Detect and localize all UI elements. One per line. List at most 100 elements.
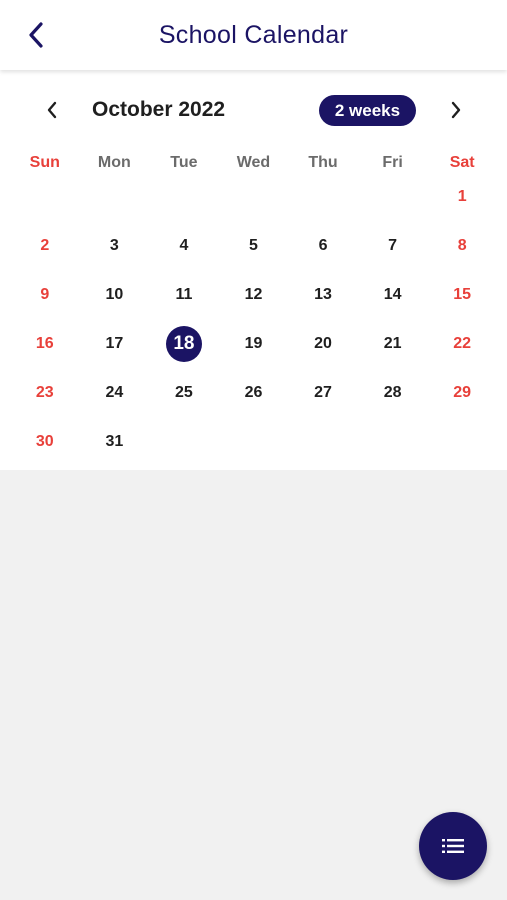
- calendar-day[interactable]: 28: [358, 368, 428, 417]
- calendar-day-number: 14: [383, 285, 402, 303]
- calendar-day[interactable]: 11: [149, 270, 219, 319]
- calendar-day-number: 6: [318, 236, 328, 254]
- calendar-day-number: 9: [40, 285, 50, 303]
- calendar-day[interactable]: 27: [288, 368, 358, 417]
- calendar-day-number: 21: [383, 334, 402, 352]
- calendar-week-row: 23 24 25 26 27 28 29: [10, 368, 497, 417]
- calendar-day[interactable]: 24: [80, 368, 150, 417]
- page-title: School Calendar: [158, 21, 349, 49]
- calendar-day[interactable]: 26: [219, 368, 289, 417]
- calendar-day[interactable]: 19: [219, 319, 289, 368]
- calendar-day-number: 17: [105, 334, 124, 352]
- calendar-day-number: 11: [175, 285, 193, 303]
- calendar-empty-cell: [288, 417, 358, 466]
- calendar-day-number: 24: [105, 383, 124, 401]
- calendar-day-number: 22: [453, 334, 472, 352]
- calendar-day-number: [96, 179, 132, 215]
- calendar-day-number: 7: [388, 236, 398, 254]
- calendar-day[interactable]: 4: [149, 221, 219, 270]
- calendar-day-number: [235, 179, 271, 215]
- calendar-day-number: 1: [457, 187, 467, 205]
- calendar-empty-cell: [288, 172, 358, 221]
- calendar-day[interactable]: 30: [10, 417, 80, 466]
- calendar-day[interactable]: 23: [10, 368, 80, 417]
- calendar-day-number: [305, 179, 341, 215]
- calendar-day-number: 4: [179, 236, 189, 254]
- calendar-day-selected[interactable]: 18: [149, 319, 219, 368]
- calendar-day-number: 15: [453, 285, 472, 303]
- calendar-day-number: 28: [383, 383, 402, 401]
- calendar-day-number: 5: [249, 236, 258, 254]
- calendar-day[interactable]: 12: [219, 270, 289, 319]
- calendar-day[interactable]: 21: [358, 319, 428, 368]
- calendar-day[interactable]: 17: [80, 319, 150, 368]
- calendar-day-number: 30: [35, 432, 54, 450]
- calendar-day-number: [166, 424, 202, 460]
- calendar-day-number: 10: [105, 285, 124, 303]
- calendar-empty-cell: [149, 172, 219, 221]
- calendar-day-number: 8: [457, 236, 467, 254]
- calendar-day-number: 3: [109, 236, 119, 254]
- app-header: School Calendar: [0, 0, 507, 70]
- calendar-day[interactable]: 16: [10, 319, 80, 368]
- calendar-day-number: 26: [244, 383, 263, 401]
- calendar-day-number: [305, 424, 341, 460]
- calendar-empty-cell: [219, 172, 289, 221]
- calendar-day[interactable]: 22: [427, 319, 497, 368]
- calendar-day-number: 23: [35, 383, 54, 401]
- calendar-day-number: 18: [165, 325, 202, 362]
- calendar-day-number: 27: [314, 383, 332, 401]
- chevron-left-icon: [47, 101, 57, 119]
- calendar-empty-cell: [80, 172, 150, 221]
- calendar-week-row: 1: [10, 172, 497, 221]
- calendar-day-number: 13: [314, 285, 332, 303]
- previous-month-button[interactable]: [36, 94, 68, 126]
- calendar-day-number: 29: [453, 383, 472, 401]
- calendar-day-number: [375, 179, 411, 215]
- month-navigation: October 2022 2 weeks: [0, 70, 507, 150]
- calendar-day-number: 16: [35, 334, 54, 352]
- calendar-day[interactable]: 31: [80, 417, 150, 466]
- chevron-right-icon: [451, 101, 461, 119]
- calendar-day[interactable]: 3: [80, 221, 150, 270]
- calendar-day-number: 31: [105, 432, 124, 450]
- calendar-panel: October 2022 2 weeks Sun Mon Tue Wed Thu Fri S…: [0, 70, 507, 470]
- calendar-day[interactable]: 5: [219, 221, 289, 270]
- calendar-empty-cell: [149, 417, 219, 466]
- calendar-day[interactable]: 1: [427, 172, 497, 221]
- calendar-day-number: 2: [40, 236, 50, 254]
- list-icon: [442, 839, 464, 853]
- calendar-day-grid: 1 2 3 4 5 6 7 8 9 10 11 12 13 14 15 16 17 18 19 20 21 22 23 24 2…: [10, 172, 497, 466]
- calendar-day[interactable]: 14: [358, 270, 428, 319]
- calendar-day-number: [235, 424, 271, 460]
- next-month-button[interactable]: [440, 94, 472, 126]
- calendar-day[interactable]: 20: [288, 319, 358, 368]
- calendar-empty-cell: [10, 172, 80, 221]
- calendar-week-row: 30 31: [10, 417, 497, 466]
- calendar-day[interactable]: 9: [10, 270, 80, 319]
- calendar-day[interactable]: 10: [80, 270, 150, 319]
- calendar-day[interactable]: 6: [288, 221, 358, 270]
- calendar-week-row: 16 17 18 19 20 21 22: [10, 319, 497, 368]
- calendar-day[interactable]: 15: [427, 270, 497, 319]
- calendar-day[interactable]: 7: [358, 221, 428, 270]
- calendar-day-number: 19: [244, 334, 263, 352]
- calendar-week-row: 9 10 11 12 13 14 15: [10, 270, 497, 319]
- view-mode-toggle[interactable]: 2 weeks: [319, 95, 416, 126]
- calendar-day-number: [375, 424, 411, 460]
- calendar-day-number: [27, 179, 63, 215]
- calendar-day[interactable]: 25: [149, 368, 219, 417]
- calendar-day-number: 12: [244, 285, 263, 303]
- calendar-day[interactable]: 8: [427, 221, 497, 270]
- calendar-day[interactable]: 29: [427, 368, 497, 417]
- calendar-empty-cell: [358, 417, 428, 466]
- app-root: School Calendar October 2022 2 weeks Sun…: [0, 0, 507, 900]
- calendar-day-number: [444, 424, 480, 460]
- calendar-empty-cell: [358, 172, 428, 221]
- month-label: October 2022: [92, 98, 226, 121]
- calendar-day[interactable]: 2: [10, 221, 80, 270]
- calendar-day[interactable]: 13: [288, 270, 358, 319]
- calendar-empty-cell: [427, 417, 497, 466]
- list-view-button[interactable]: [419, 812, 487, 880]
- calendar-day-number: [166, 179, 202, 215]
